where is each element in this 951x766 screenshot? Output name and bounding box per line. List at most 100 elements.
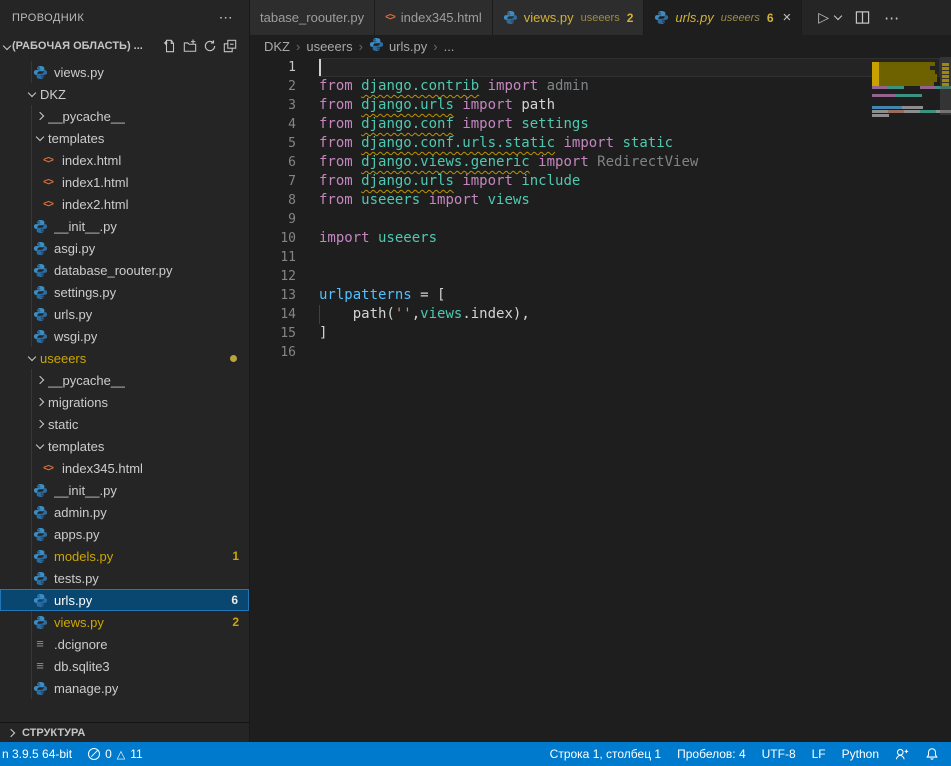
tree-item-index1.html[interactable]: <>index1.html [0,171,249,193]
python-icon-wrap [32,483,48,498]
code-line-5[interactable]: 5from django.conf.urls.static import sta… [250,134,951,153]
more-actions-button[interactable]: ⋯ [884,9,900,27]
new-folder-icon[interactable] [183,39,197,53]
tree-item-__pycache__[interactable]: __pycache__ [0,105,249,127]
tree-item-index345.html[interactable]: <>index345.html [0,457,249,479]
tree-item-migrations[interactable]: migrations [0,391,249,413]
minimap-line [872,98,938,101]
code-line-13[interactable]: 13urlpatterns = [ [250,286,951,305]
code-line-8[interactable]: 8from useeers import views [250,191,951,210]
tab-views.py[interactable]: views.pyuseeers2 [493,0,645,35]
tree-item-settings.py[interactable]: settings.py [0,281,249,303]
code-line-15[interactable]: 15] [250,324,951,343]
new-file-icon[interactable] [163,39,177,53]
tree-item-tests.py[interactable]: tests.py [0,567,249,589]
tree-item-database_roouter.py[interactable]: database_roouter.py [0,259,249,281]
minimap-line [872,118,938,121]
tree-item-label: db.sqlite3 [54,659,110,674]
tree-item-admin.py[interactable]: admin.py [0,501,249,523]
tab-urls.py[interactable]: urls.pyuseeers6× [644,0,802,35]
html-bracket-icon: <> [43,463,53,474]
refresh-icon[interactable] [203,39,217,53]
python-icon-wrap [32,593,48,608]
minimap-line [872,106,938,109]
indent-guide [31,391,32,413]
tree-item-wsgi.py[interactable]: wsgi.py [0,325,249,347]
scrollbar[interactable] [940,57,951,742]
language-mode-status[interactable]: Python [834,742,887,766]
run-dropdown-icon[interactable] [834,12,842,20]
explorer-more-actions-icon[interactable]: ⋯ [215,9,237,26]
code-line-2[interactable]: 2from django.contrib import admin [250,77,951,96]
workspace-section-header[interactable]: (РАБОЧАЯ ОБЛАСТЬ) ... [0,35,249,57]
minimap-line [872,58,938,61]
close-icon[interactable]: × [783,10,792,25]
tree-item-urls.py[interactable]: urls.py [0,303,249,325]
problems-status[interactable]: 0 △ 11 [80,742,151,766]
indent-guide [31,105,32,127]
run-button[interactable]: ▷ [818,9,841,26]
tree-item-manage.py[interactable]: manage.py [0,677,249,699]
tree-item-.dcignore[interactable]: ≡.dcignore [0,633,249,655]
ruler-warning-mark [942,75,949,78]
tree-item-DKZ[interactable]: DKZ [0,83,249,105]
split-editor-button[interactable] [855,10,870,25]
minimap[interactable] [872,58,938,122]
tree-item-asgi.py[interactable]: asgi.py [0,237,249,259]
breadcrumb-item-useeers[interactable]: useeers [306,39,352,54]
code-line-12[interactable]: 12 [250,267,951,286]
code-line-10[interactable]: 10import useeers [250,229,951,248]
tree-item-models.py[interactable]: models.py1 [0,545,249,567]
tree-item-static[interactable]: static [0,413,249,435]
breadcrumb-item-DKZ[interactable]: DKZ [264,39,290,54]
outline-section-header[interactable]: СТРУКТУРА [0,723,249,742]
tree-item-__pycache__[interactable]: __pycache__ [0,369,249,391]
python-icon [33,329,48,344]
tree-item-views.py[interactable]: views.py2 [0,611,249,633]
code-line-4[interactable]: 4from django.conf import settings [250,115,951,134]
python-icon [33,681,48,696]
tree-item-label: manage.py [54,681,118,696]
indent-guide [31,303,32,325]
python-icon-wrap [32,285,48,300]
tree-item-index.html[interactable]: <>index.html [0,149,249,171]
python-icon-wrap [32,263,48,278]
code-line-11[interactable]: 11 [250,248,951,267]
code-line-9[interactable]: 9 [250,210,951,229]
code-editor[interactable]: 12from django.contrib import admin3from … [250,57,951,742]
cursor-position-status[interactable]: Строка 1, столбец 1 [542,742,669,766]
code-line-1[interactable]: 1 [250,58,951,77]
python-icon-wrap [32,681,48,696]
collapse-all-icon[interactable] [223,39,237,53]
tree-item-__init__.py[interactable]: __init__.py [0,479,249,501]
encoding-status[interactable]: UTF-8 [754,742,804,766]
feedback-button[interactable] [887,742,917,766]
code-line-3[interactable]: 3from django.urls import path [250,96,951,115]
chevron-down-icon [32,137,48,140]
code-line-14[interactable]: 14 path('',views.index), [250,305,951,324]
tree-item-index2.html[interactable]: <>index2.html [0,193,249,215]
code-line-6[interactable]: 6from django.views.generic import Redire… [250,153,951,172]
tree-item-useeers[interactable]: useeers [0,347,249,369]
code-line-16[interactable]: 16 [250,343,951,362]
tree-item-templates[interactable]: templates [0,127,249,149]
tree-item-templates[interactable]: templates [0,435,249,457]
tree-item-db.sqlite3[interactable]: ≡db.sqlite3 [0,655,249,677]
tree-item-__init__.py[interactable]: __init__.py [0,215,249,237]
code-line-7[interactable]: 7from django.urls import include [250,172,951,191]
tab-index345.html[interactable]: <>index345.html [375,0,493,35]
indentation-status[interactable]: Пробелов: 4 [669,742,754,766]
python-icon [33,615,48,630]
tab-tabase_roouter.py[interactable]: tabase_roouter.py [250,0,375,35]
notifications-bell-button[interactable] [917,742,951,766]
tree-item-label: settings.py [54,285,116,300]
python-interpreter-status[interactable]: n 3.9.5 64-bit [0,742,80,766]
tree-item-urls.py[interactable]: urls.py6 [0,589,249,611]
breadcrumb-item-urls.py[interactable]: urls.py [369,37,427,55]
eol-status[interactable]: LF [804,742,834,766]
python-icon-wrap [32,65,48,80]
tree-item-views.py[interactable]: views.py [0,61,249,83]
breadcrumb-item-...[interactable]: ... [444,39,455,54]
tree-item-apps.py[interactable]: apps.py [0,523,249,545]
python-icon [33,65,48,80]
